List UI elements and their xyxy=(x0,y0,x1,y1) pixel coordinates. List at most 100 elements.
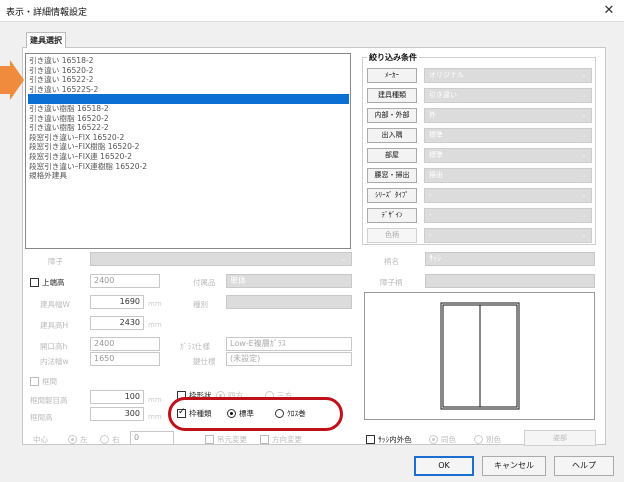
window-title: 表示・詳細情報設定 xyxy=(6,8,88,18)
tsuri-checkbox[interactable] xyxy=(205,435,214,444)
filter-select[interactable]: 引き違い ⌄ xyxy=(424,88,592,103)
fuzoku-select[interactable]: 単体 xyxy=(226,274,352,288)
cancel-button[interactable]: キャンセル xyxy=(482,456,546,476)
filter-select-value: 標準 xyxy=(429,151,443,159)
list-item[interactable]: 引き違い 16522-2 xyxy=(28,75,349,85)
joshaku-select[interactable]: 2400 xyxy=(90,274,160,288)
chevron-down-icon: ⌄ xyxy=(581,191,587,199)
same-color-radio[interactable] xyxy=(429,435,438,444)
kamachi-chiri-label: 框間躯目高 xyxy=(30,396,68,405)
kamachi-high-label: 框間高 xyxy=(30,413,53,422)
right-radio[interactable] xyxy=(100,435,109,444)
shoji-gara-label: 障子柄 xyxy=(380,278,403,287)
list-item[interactable]: 段窓引き違いｰFIX連樹脂 16520-2 xyxy=(28,162,349,172)
list-item[interactable]: 引き違い樹脂 16518-2 xyxy=(28,104,349,114)
shoji-gara-select[interactable] xyxy=(425,274,595,288)
glass-label: ｶﾞﾗｽ仕様 xyxy=(180,342,210,351)
close-icon[interactable]: ✕ xyxy=(600,2,618,20)
filter-button[interactable]: ｼﾘｰｽﾞ ﾀｲﾌﾟ xyxy=(367,188,417,203)
joshaku-checkbox[interactable] xyxy=(30,278,39,287)
diff-color-radio[interactable] xyxy=(474,435,483,444)
tab-tategu-select[interactable]: 建具選択 xyxy=(26,32,66,48)
filter-select[interactable]: - ⌄ xyxy=(424,228,592,243)
tategu-list[interactable]: 引き違い 16518-2 引き違い 16520-2 引き違い 16522-2 引き違い… xyxy=(25,53,351,249)
opening-h-select[interactable]: 2400 xyxy=(90,337,160,351)
chevron-down-icon: ⌄ xyxy=(581,91,587,99)
shubetsu-label: 種別 xyxy=(193,300,208,309)
filter-group-title: 絞り込み条件 xyxy=(367,52,419,63)
list-item[interactable] xyxy=(28,94,349,105)
filter-button[interactable]: 出入隅 xyxy=(367,128,417,143)
kamachi-label: 框間 xyxy=(42,377,57,386)
width-input[interactable]: 1690 xyxy=(90,295,144,309)
diff-color-label: 別色 xyxy=(486,435,501,444)
chevron-down-icon: ⌄ xyxy=(581,131,587,139)
inner-w-select[interactable]: 1650 xyxy=(90,352,160,366)
filter-button[interactable]: 建具種類 xyxy=(367,88,417,103)
filter-select-value: 外 xyxy=(429,111,436,119)
shubetsu-select[interactable] xyxy=(226,295,352,309)
kagi-label: 鍵仕様 xyxy=(193,357,216,366)
filter-select[interactable]: - ⌄ xyxy=(424,188,592,203)
joshaku-label: 上端高 xyxy=(42,278,65,287)
filter-select-value: 引き違い xyxy=(429,91,457,99)
filter-select[interactable]: オリジナル ⌄ xyxy=(424,68,592,83)
filter-button[interactable]: 色柄 xyxy=(367,228,417,243)
title-bar xyxy=(0,0,624,22)
ok-button[interactable]: OK xyxy=(414,456,474,476)
filter-select[interactable]: 掃出 ⌄ xyxy=(424,168,592,183)
list-item[interactable]: 段窓引き違いｰFIX連 16520-2 xyxy=(28,152,349,162)
kamachi-checkbox[interactable] xyxy=(30,377,39,386)
same-color-label: 同色 xyxy=(441,435,456,444)
filter-select-value: - xyxy=(429,231,432,239)
filter-select[interactable]: 標準 ⌄ xyxy=(424,128,592,143)
kamachi-chiri-input[interactable]: 100 xyxy=(90,390,144,404)
filter-button[interactable]: 部屋 xyxy=(367,148,417,163)
gara-label: 柄名 xyxy=(384,257,399,266)
height-input[interactable]: 2430 xyxy=(90,316,144,330)
filter-button[interactable]: ﾒｰｶｰ xyxy=(367,68,417,83)
filter-select-value: - xyxy=(429,211,432,219)
chevron-down-icon: ⌄ xyxy=(581,171,587,179)
filter-button[interactable]: 内部・外部 xyxy=(367,108,417,123)
houkou-checkbox[interactable] xyxy=(260,435,269,444)
list-item[interactable]: 段窓引き違いｰFIX樹脂 16520-2 xyxy=(28,142,349,152)
kamachi-chiri-unit: mm xyxy=(148,396,162,404)
offset-select[interactable]: 0 xyxy=(130,431,174,445)
height-unit: mm xyxy=(148,321,162,329)
color-part-button[interactable]: 姿部 xyxy=(524,430,596,446)
inner-w-label: 内法幅w xyxy=(40,357,69,366)
width-label: 建具幅W xyxy=(40,300,70,309)
filter-select[interactable]: 外 ⌄ xyxy=(424,108,592,123)
height-label: 建具高H xyxy=(40,321,69,330)
list-item[interactable]: 引き違い樹脂 16522-2 xyxy=(28,123,349,133)
left-radio[interactable] xyxy=(68,435,77,444)
glass-select[interactable]: Low-E複層ｶﾞﾗｽ xyxy=(226,337,352,351)
list-item[interactable]: 引き違い 16518-2 xyxy=(28,56,349,66)
sash-color-checkbox[interactable] xyxy=(366,435,375,444)
filter-select-value: 標準 xyxy=(429,131,443,139)
shoji-select[interactable]: ⌄ xyxy=(90,252,352,266)
width-unit: mm xyxy=(148,300,162,308)
gara-select[interactable]: ｻｯｼ xyxy=(425,252,595,266)
kamachi-high-input[interactable]: 300 xyxy=(90,407,144,421)
filter-button[interactable]: 腰窓・掃出 xyxy=(367,168,417,183)
houkou-label: 方向変更 xyxy=(272,435,302,444)
chevron-down-icon: ⌄ xyxy=(581,211,587,219)
filter-button[interactable]: ﾃﾞｻﾞｲﾝ xyxy=(367,208,417,223)
tsuri-label: 吊元変更 xyxy=(217,435,247,444)
chevron-down-icon: ⌄ xyxy=(581,151,587,159)
chevron-down-icon: ⌄ xyxy=(581,111,587,119)
right-label: 右 xyxy=(112,435,120,444)
pointer-arrow-icon xyxy=(0,60,24,100)
chevron-down-icon: ⌄ xyxy=(581,71,587,79)
door-preview xyxy=(364,292,595,420)
chevron-down-icon: ⌄ xyxy=(581,231,587,239)
filter-select[interactable]: - ⌄ xyxy=(424,208,592,223)
list-item[interactable]: 引き違い 16522S-2 xyxy=(28,85,349,95)
kagi-select[interactable]: (未設定) xyxy=(226,352,352,366)
help-button[interactable]: ヘルプ xyxy=(554,456,614,476)
filter-select[interactable]: 標準 ⌄ xyxy=(424,148,592,163)
filter-select-value: - xyxy=(429,191,432,199)
list-item[interactable]: 規格外建具 xyxy=(28,171,349,181)
